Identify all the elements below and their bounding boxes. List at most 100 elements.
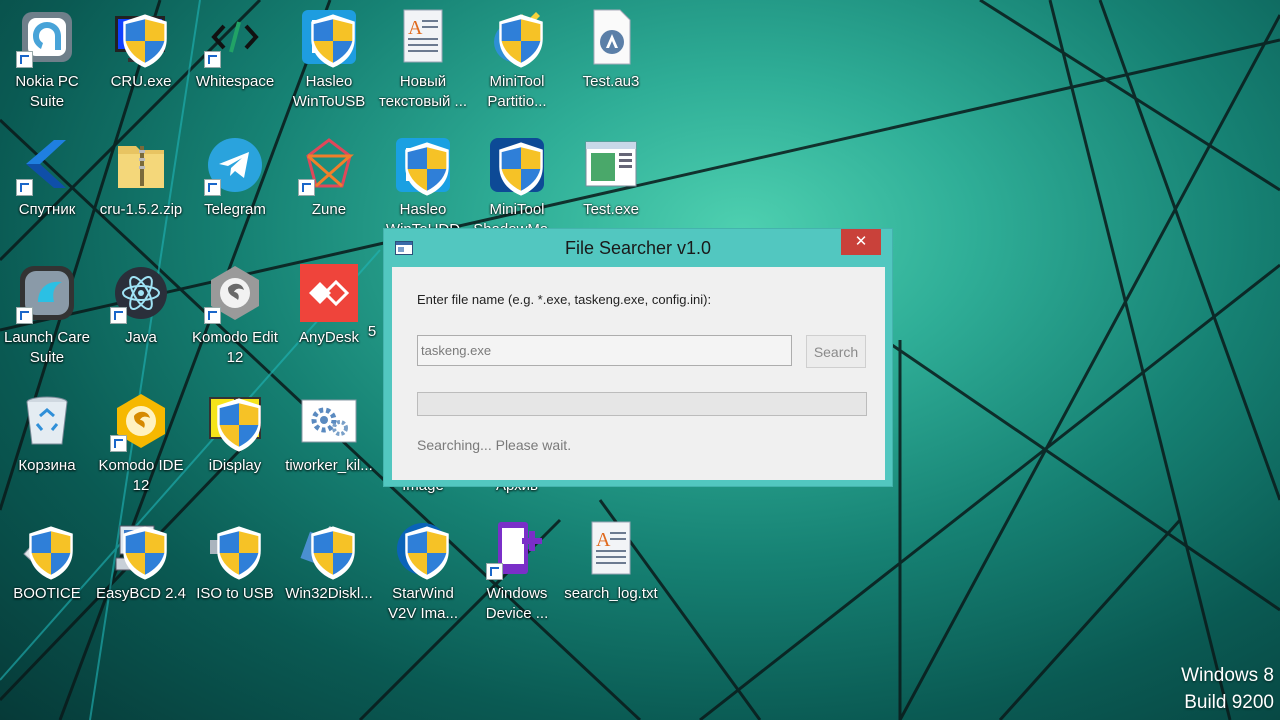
desktop-icon-label: Hasleo WinToUSB (292, 73, 366, 110)
desktop-icon-label: StarWind V2V Ima... (387, 585, 459, 622)
launch-care-suite-icon (16, 264, 76, 324)
uac-shield-icon (123, 14, 167, 68)
desktop-icon-label: 5 (367, 323, 377, 340)
search-status-text: Searching... Please wait. (417, 437, 572, 453)
desktop-icon-cru-zip[interactable]: cru-1.5.2.zip (94, 130, 188, 220)
window-title: File Searcher v1.0 (564, 238, 712, 258)
search-progress-bar (417, 392, 867, 416)
desktop-icon-bootice[interactable]: BOOTICE (0, 514, 94, 604)
desktop-icon-label: iDisplay (208, 457, 262, 474)
desktop-icon-label: search_log.txt (564, 585, 658, 602)
desktop-icon-launch-care-suite[interactable]: Launch Care Suite (0, 258, 94, 368)
zip-folder-icon (112, 136, 170, 194)
desktop-icon-label: BOOTICE (13, 585, 81, 602)
watermark-build: Build 9200 (1184, 692, 1274, 713)
desktop-icon-easybcd[interactable]: EasyBCD 2.4 (94, 514, 188, 604)
desktop-icon-minitool-partition[interactable]: MiniTool Partitio... (470, 2, 564, 112)
settings-gears-icon (300, 392, 358, 450)
uac-shield-icon (499, 14, 543, 68)
text-log-icon: A (582, 520, 640, 578)
desktop-icon-telegram[interactable]: Telegram (188, 130, 282, 220)
watermark-os-name: Windows 8 (1181, 665, 1274, 686)
desktop-icon-cru[interactable]: CRU.exe (94, 2, 188, 92)
desktop-icon-wintousb[interactable]: Hasleo WinToUSB (282, 2, 376, 112)
shortcut-arrow-icon (486, 563, 503, 580)
desktop-icon-iso-to-usb[interactable]: ISO to USB (188, 514, 282, 604)
file-name-input[interactable] (417, 335, 792, 366)
uac-shield-icon (217, 398, 261, 452)
file-searcher-window[interactable]: File Searcher v1.0 ✕ Enter file name (e.… (383, 228, 893, 487)
telegram-icon (204, 136, 264, 196)
desktop-icon-label: Launch Care Suite (4, 329, 90, 366)
desktop-icon-label: ISO to USB (196, 585, 274, 602)
desktop-icon-label: cru-1.5.2.zip (99, 201, 183, 218)
desktop-icon-java[interactable]: Java (94, 258, 188, 348)
uac-shield-icon (217, 526, 261, 580)
sputnik-icon (16, 136, 76, 196)
desktop-icon-komodo-ide[interactable]: Komodo IDE 12 (94, 386, 188, 496)
shadowmaker-icon (488, 136, 546, 196)
uac-shield-icon (499, 142, 543, 196)
close-button[interactable]: ✕ (841, 229, 881, 255)
desktop-icon-sputnik[interactable]: Спутник (0, 130, 94, 220)
desktop-icon-idisplay[interactable]: iDisplay (188, 386, 282, 476)
desktop-icon-starwind[interactable]: StarWind V2V Ima... (376, 514, 470, 624)
desktop-icon-windows-device-portal[interactable]: Windows Device ... (470, 514, 564, 624)
desktop-icon-tiworker[interactable]: tiworker_kil... (282, 386, 376, 476)
win32diskimager-icon (300, 520, 358, 580)
desktop-icon-test-au3[interactable]: Test.au3 (564, 2, 658, 92)
desktop-icon-label: MiniTool Partitio... (487, 73, 547, 110)
desktop-icon-nokia-pc-suite[interactable]: Nokia PC Suite (0, 2, 94, 112)
anydesk-icon (300, 264, 358, 322)
desktop-icon-label: Nokia PC Suite (15, 73, 79, 110)
shortcut-arrow-icon (204, 307, 221, 324)
shortcut-arrow-icon (16, 307, 33, 324)
desktop-icon-label: Test.au3 (582, 73, 640, 90)
autoit-script-icon (582, 8, 640, 66)
exe-window-icon (582, 136, 640, 194)
desktop-icon-recycle-bin[interactable]: Корзина (0, 386, 94, 476)
usb-drive-icon (206, 520, 264, 580)
code-brackets-icon (204, 8, 264, 68)
starwind-icon (394, 520, 452, 580)
desktop-icon-label: CRU.exe (110, 73, 172, 90)
shortcut-arrow-icon (204, 51, 221, 68)
desktop-icon-label: Zune (311, 201, 347, 218)
bootice-icon (18, 520, 76, 580)
search-button[interactable]: Search (806, 335, 866, 368)
minitool-partition-icon (488, 8, 546, 68)
easybcd-icon (112, 520, 170, 580)
text-document-icon: A (394, 8, 452, 66)
desktop-icon-test-exe[interactable]: Test.exe (564, 130, 658, 220)
uac-shield-icon (311, 526, 355, 580)
desktop-icon-label: Whitespace (195, 73, 275, 90)
desktop-icon-label: Java (125, 329, 157, 346)
desktop-icon-komodo-edit[interactable]: Komodo Edit 12 (188, 258, 282, 368)
window-titlebar[interactable]: File Searcher v1.0 ✕ (384, 229, 892, 267)
desktop-icon-shadowmaker[interactable]: MiniTool ShadowMa... (470, 130, 564, 240)
desktop-icon-label: Telegram (204, 201, 266, 218)
desktop: Nokia PC Suite CRU.exe Whitespace Hasleo… (0, 0, 1280, 720)
desktop-icon-label: Win32Diskl... (285, 585, 373, 602)
nokia-pc-suite-icon (16, 8, 76, 68)
shortcut-arrow-icon (16, 179, 33, 196)
idisplay-icon (206, 392, 264, 452)
desktop-icon-partial-5[interactable]: 5 (360, 322, 384, 342)
desktop-icon-label: EasyBCD 2.4 (95, 585, 187, 602)
java-atom-icon (110, 264, 170, 324)
desktop-icon-wintohdd[interactable]: Hasleo WinToHDD (376, 130, 470, 240)
recycle-bin-icon (18, 392, 76, 450)
desktop-icon-whitespace[interactable]: Whitespace (188, 2, 282, 92)
monitor-icon (112, 8, 170, 68)
shortcut-arrow-icon (298, 179, 315, 196)
desktop-icon-new-text-document[interactable]: A Новый текстовый ... (376, 2, 470, 112)
file-name-prompt-label: Enter file name (e.g. *.exe, taskeng.exe… (417, 292, 712, 307)
desktop-icon-win32diskimager[interactable]: Win32Diskl... (282, 514, 376, 604)
desktop-icon-search-log[interactable]: A search_log.txt (564, 514, 658, 604)
desktop-icon-label: Новый текстовый ... (378, 73, 468, 110)
komodo-ide-icon (110, 392, 170, 452)
svg-text:A: A (408, 17, 423, 39)
shortcut-arrow-icon (204, 179, 221, 196)
uac-shield-icon (29, 526, 73, 580)
desktop-icon-zune[interactable]: Zune (282, 130, 376, 220)
